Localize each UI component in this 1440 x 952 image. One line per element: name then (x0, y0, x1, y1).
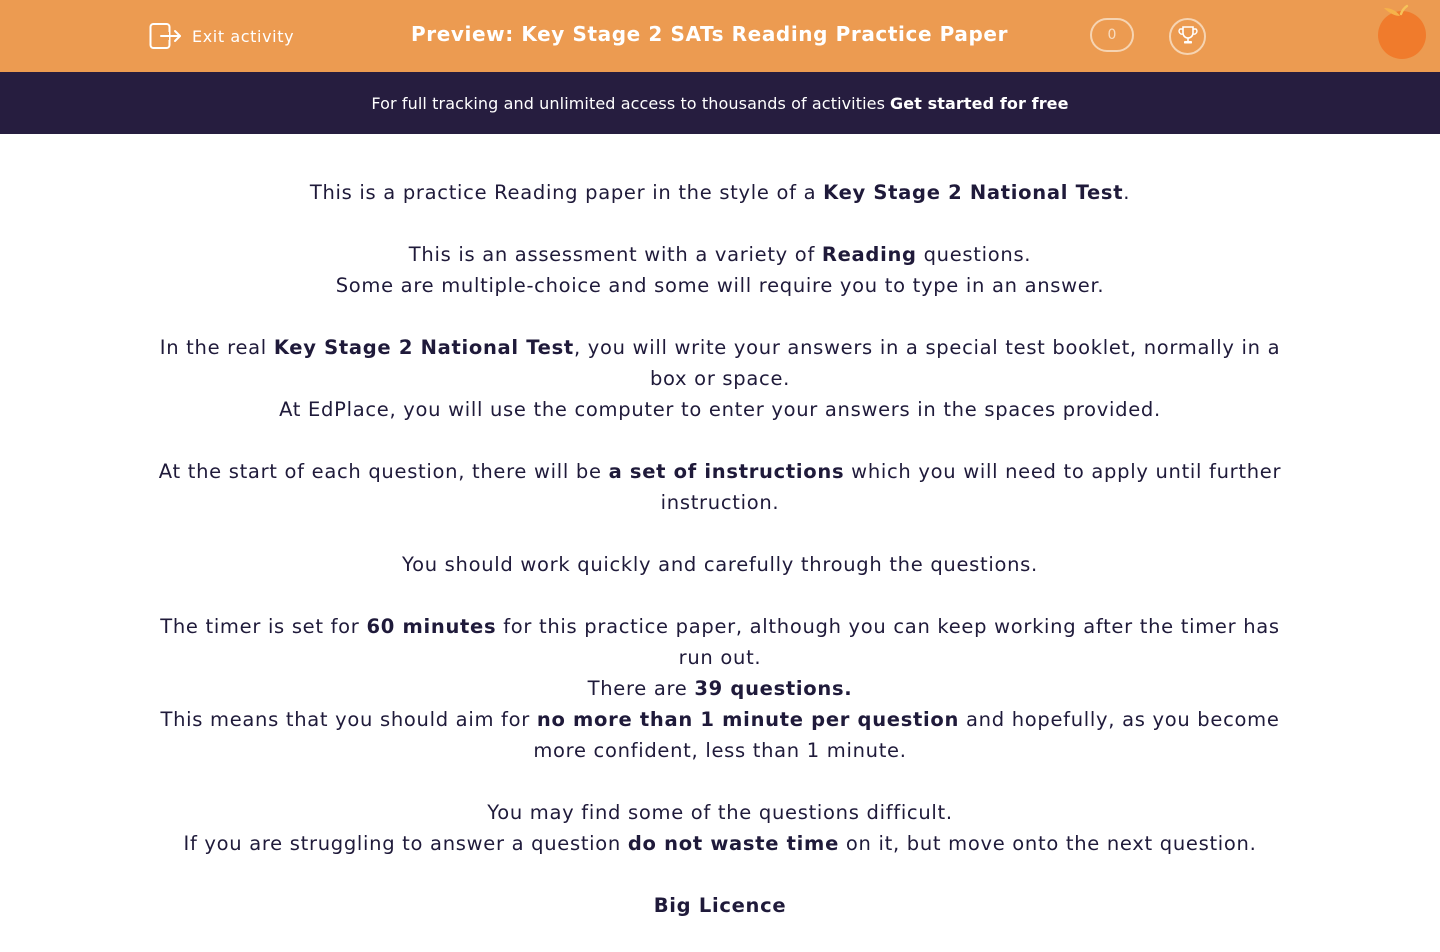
intro-paragraph: This is an assessment with a variety of … (335, 243, 1105, 297)
intro-paragraph: The timer is set for 60 minutes for this… (160, 615, 1280, 762)
promo-text: For full tracking and unlimited access t… (371, 93, 886, 113)
exit-activity-button[interactable]: Exit activity (149, 20, 294, 52)
score-badge: 0 (1090, 18, 1134, 52)
intro-paragraph: This is a practice Reading paper in the … (309, 181, 1131, 204)
intro-paragraph: At the start of each question, there wil… (158, 460, 1282, 514)
get-started-link[interactable]: Get started for free (890, 94, 1069, 113)
orange-logo-icon (1372, 2, 1432, 62)
intro-paragraph: You may find some of the questions diffi… (183, 801, 1257, 855)
promo-banner: For full tracking and unlimited access t… (0, 72, 1440, 134)
intro-paragraph: You should work quickly and carefully th… (402, 553, 1038, 576)
intro-instructions: This is a practice Reading paper in the … (150, 177, 1290, 952)
trophy-button[interactable] (1169, 18, 1206, 55)
intro-paragraph: In the real Key Stage 2 National Test, y… (159, 336, 1281, 421)
top-bar: Exit activity Preview: Key Stage 2 SATs … (0, 0, 1440, 72)
exit-icon (149, 21, 182, 51)
trophy-icon (1177, 24, 1199, 50)
page-title: Preview: Key Stage 2 SATs Reading Practi… (411, 22, 1009, 46)
exit-activity-label: Exit activity (192, 26, 295, 46)
intro-paragraph: Big Licence (653, 894, 787, 917)
